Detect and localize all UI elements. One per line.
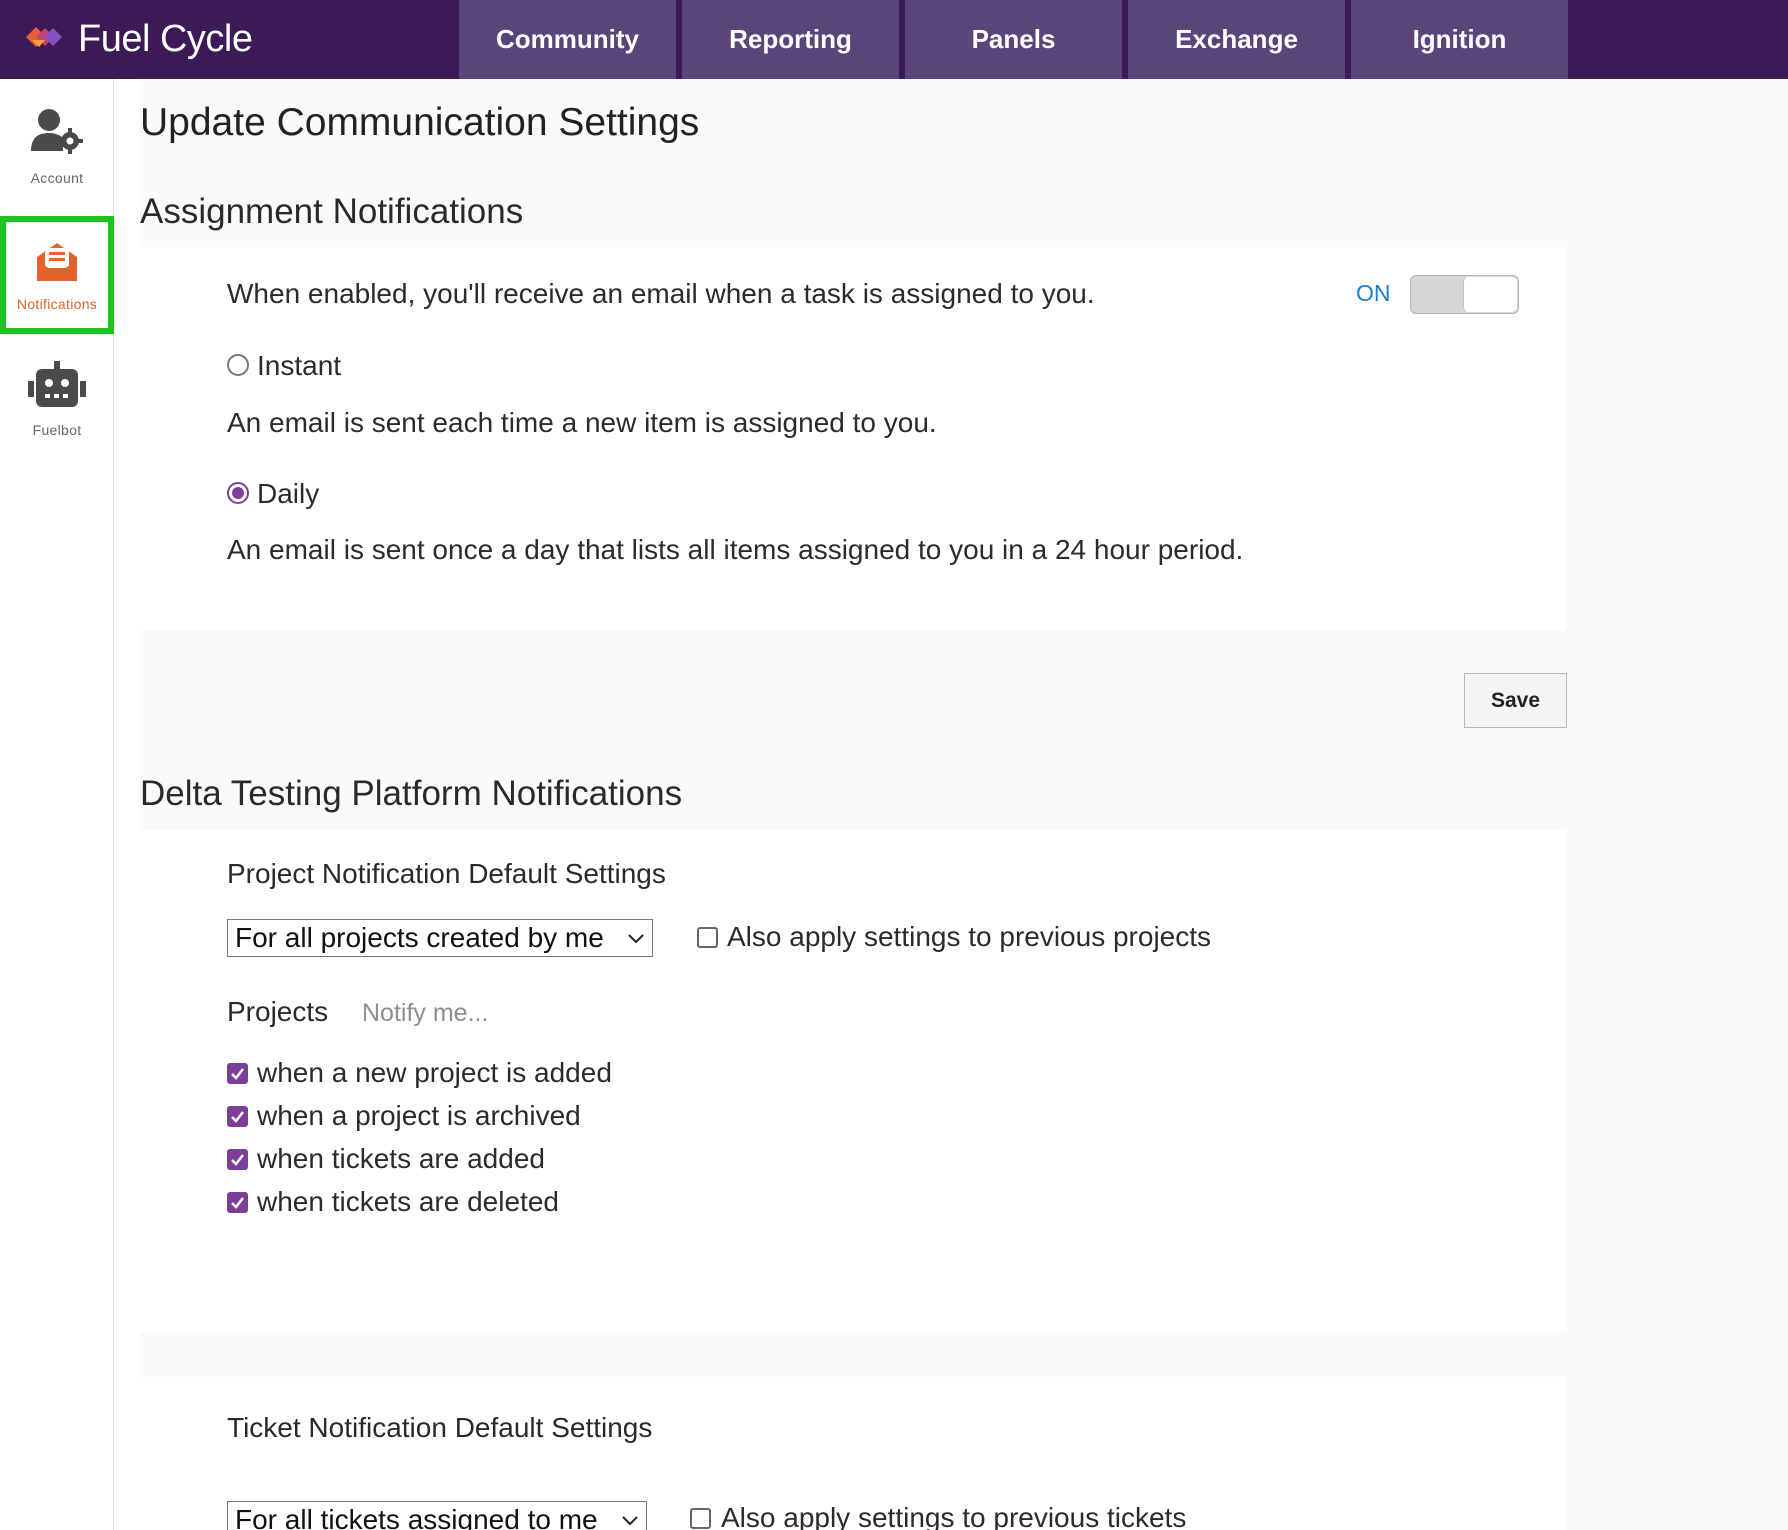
ticket-settings-heading: Ticket Notification Default Settings (227, 1412, 653, 1443)
assignment-section-title: Assignment Notifications (140, 192, 524, 231)
page-title: Update Communication Settings (140, 101, 700, 144)
toggle-knob (1463, 277, 1517, 312)
delta-section-title: Delta Testing Platform Notifications (140, 774, 683, 813)
sidebar-item-account[interactable]: Account (0, 107, 114, 217)
main-content: Update Communication Settings Assignment… (140, 79, 1788, 1530)
ticket-scope-select-value: For all tickets assigned to me (235, 1504, 598, 1530)
project-option-checkbox[interactable] (227, 1106, 248, 1127)
project-scope-select[interactable]: For all projects created by me (227, 919, 653, 957)
user-gear-icon (29, 107, 85, 162)
radio-instant-description: An email is sent each time a new item is… (227, 407, 937, 438)
apply-previous-tickets-checkbox[interactable] (690, 1508, 711, 1529)
assignment-toggle[interactable] (1410, 275, 1519, 314)
projects-notify-label: Notify me... (362, 999, 489, 1027)
brand-name: Fuel Cycle (78, 18, 253, 60)
project-option-label: when a new project is added (257, 1057, 612, 1088)
assignment-card: When enabled, you'll receive an email wh… (140, 247, 1566, 630)
envelope-open-icon (33, 239, 81, 290)
nav-tab-exchange[interactable]: Exchange (1128, 0, 1345, 79)
project-option-checkbox[interactable] (227, 1192, 248, 1213)
sidebar: Account Notifications Fuelbot (0, 79, 114, 1530)
project-scope-select-value: For all projects created by me (235, 922, 604, 953)
sidebar-item-notifications[interactable]: Notifications (0, 216, 114, 334)
apply-previous-projects-checkbox[interactable] (697, 927, 718, 948)
radio-daily-description: An email is sent once a day that lists a… (227, 534, 1244, 565)
apply-previous-projects-label: Also apply settings to previous projects (727, 921, 1212, 952)
project-option-checkbox[interactable] (227, 1063, 248, 1084)
radio-instant-label: Instant (257, 350, 342, 381)
fuel-cycle-logo-icon (26, 22, 64, 57)
chevron-down-icon (628, 934, 644, 944)
ticket-scope-select[interactable]: For all tickets assigned to me (227, 1501, 647, 1530)
nav-tab-ignition[interactable]: Ignition (1351, 0, 1568, 79)
toggle-status: ON (1356, 280, 1391, 306)
nav-tab-community[interactable]: Community (459, 0, 676, 79)
project-option-label: when a project is archived (257, 1100, 581, 1131)
project-option-label: when tickets are added (257, 1143, 545, 1174)
project-settings-heading: Project Notification Default Settings (227, 858, 666, 889)
nav-tab-reporting[interactable]: Reporting (682, 0, 899, 79)
radio-instant[interactable] (227, 354, 249, 376)
project-settings-card: Project Notification Default Settings Fo… (140, 830, 1566, 1332)
sidebar-item-label: Notifications (16, 295, 98, 312)
assignment-description: When enabled, you'll receive an email wh… (227, 278, 1095, 309)
nav-tab-panels[interactable]: Panels (905, 0, 1122, 79)
sidebar-item-label: Account (30, 170, 84, 186)
projects-group-label: Projects (227, 996, 329, 1027)
apply-previous-tickets-label: Also apply settings to previous tickets (721, 1502, 1187, 1530)
sidebar-item-label: Fuelbot (32, 422, 82, 438)
robot-icon (28, 361, 86, 414)
sidebar-item-fuelbot[interactable]: Fuelbot (0, 361, 114, 471)
brand[interactable]: Fuel Cycle (26, 0, 253, 79)
save-button[interactable]: Save (1464, 673, 1567, 728)
top-bar: Fuel Cycle Community Reporting Panels Ex… (0, 0, 1788, 79)
radio-daily[interactable] (227, 482, 249, 504)
radio-daily-label: Daily (257, 478, 320, 509)
main-nav: Community Reporting Panels Exchange Igni… (459, 0, 1568, 79)
chevron-down-icon (622, 1516, 638, 1526)
project-option-label: when tickets are deleted (257, 1186, 559, 1217)
project-option-checkbox[interactable] (227, 1149, 248, 1170)
